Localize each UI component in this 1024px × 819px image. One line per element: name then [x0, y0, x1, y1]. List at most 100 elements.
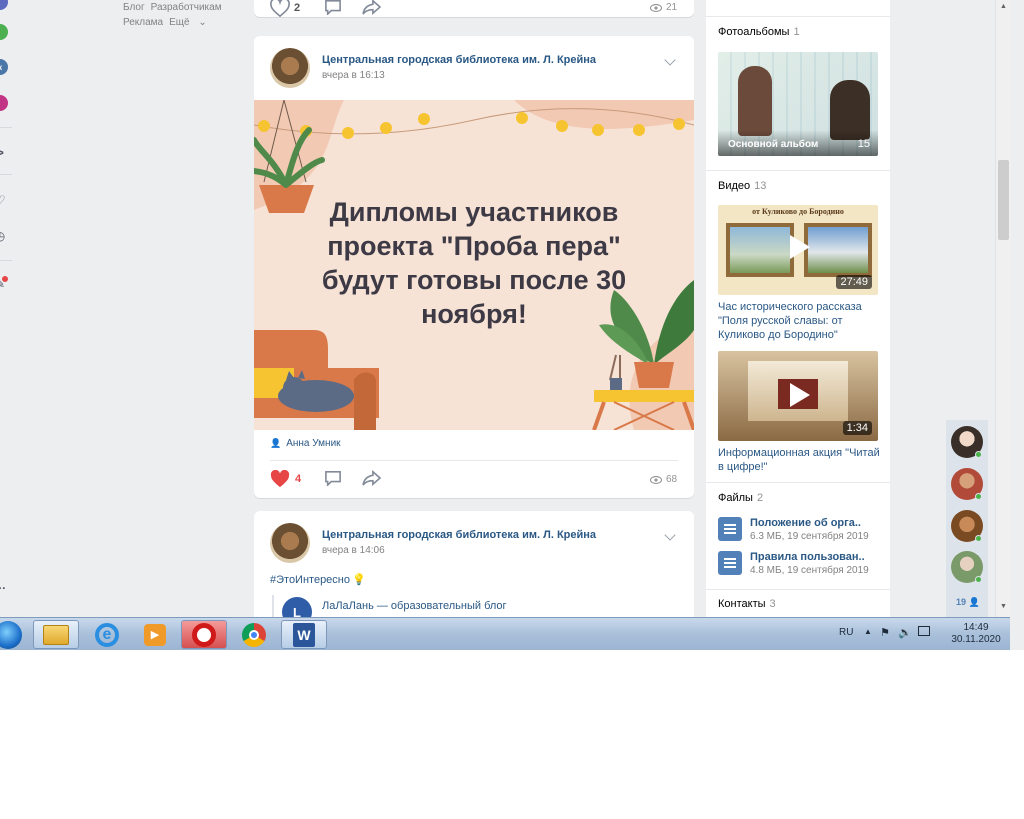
online-indicator: [975, 576, 982, 583]
instagram-icon[interactable]: [0, 95, 8, 111]
screen: к > ♡ ◷ ✎ … Блог Разработчикам Реклама Ещё…: [0, 0, 1024, 650]
file-item[interactable]: Положение об орга.. 6.3 МБ, 19 сентября 2…: [718, 517, 869, 542]
link-more[interactable]: Ещё ⌄: [169, 17, 207, 28]
page-scrollbar[interactable]: ▲ ▼: [995, 0, 1011, 617]
video-caption: от Куликово до Бородино: [752, 207, 844, 216]
taskbar-ie[interactable]: e: [84, 620, 130, 649]
post-time[interactable]: вчера в 14:06: [322, 545, 385, 556]
files-header[interactable]: Файлы 2: [718, 492, 763, 504]
chat-avatar[interactable]: [951, 510, 983, 542]
lightbulb-icon: 💡: [352, 574, 366, 586]
scroll-down-icon[interactable]: ▼: [1000, 603, 1007, 610]
contacts-header[interactable]: Контакты 3: [718, 598, 776, 610]
like-button[interactable]: 4: [270, 470, 301, 488]
online-indicator: [975, 451, 982, 458]
album-name: Основной альбом: [728, 139, 819, 150]
file-meta: 4.8 МБ, 19 сентября 2019: [750, 565, 869, 576]
heart-filled-icon: [270, 470, 290, 488]
chrome-icon: [242, 622, 266, 647]
post-menu-chevron-icon[interactable]: [664, 529, 676, 541]
folder-icon: [43, 624, 69, 645]
chat-avatar[interactable]: [951, 551, 983, 583]
scrollbar-thumb[interactable]: [998, 160, 1009, 240]
post-divider: [270, 460, 678, 461]
video-title[interactable]: Информационная акция "Читай в цифре!": [718, 446, 883, 474]
rail-divider: [0, 174, 12, 175]
community-avatar[interactable]: [270, 48, 310, 88]
scroll-up-icon[interactable]: ▲: [1000, 3, 1007, 10]
video-duration: 27:49: [836, 275, 872, 289]
clock-time: 14:49: [963, 622, 989, 633]
videos-header[interactable]: Видео 13: [718, 180, 766, 192]
whatsapp-icon[interactable]: [0, 24, 8, 40]
network-icon[interactable]: [918, 626, 930, 636]
video-frame-left: [726, 223, 794, 277]
right-sidebar: Фотоальбомы 1 Основной альбом 15 Видео 13 …: [706, 0, 890, 617]
taskbar-opera[interactable]: [181, 620, 227, 649]
tray-expand-icon[interactable]: ▲: [864, 627, 872, 636]
link-blog[interactable]: Блог: [123, 2, 145, 13]
community-avatar[interactable]: [270, 523, 310, 563]
more-icon[interactable]: …: [0, 577, 8, 593]
start-button[interactable]: [0, 621, 22, 649]
chat-avatar[interactable]: [951, 426, 983, 458]
file-meta: 6.3 МБ, 19 сентября 2019: [750, 531, 869, 542]
comment-button[interactable]: [324, 0, 342, 15]
video-title[interactable]: Час исторического рассказа "Поля русской…: [718, 300, 883, 342]
taskbar-chrome[interactable]: [231, 620, 277, 649]
repost-author[interactable]: ЛаЛаЛань — образовательный блог: [322, 600, 507, 612]
hashtag-link[interactable]: #ЭтоИнтересно: [270, 574, 350, 586]
post-text: #ЭтоИнтересно 💡: [270, 573, 366, 587]
post-menu-chevron-icon[interactable]: [664, 54, 676, 66]
document-icon: [718, 517, 742, 541]
post-author[interactable]: Центральная городская библиотека им. Л. …: [322, 529, 596, 541]
heart-icon[interactable]: ♡: [0, 192, 8, 208]
comment-button[interactable]: [324, 470, 342, 486]
like-count: 4: [295, 473, 302, 485]
like-button[interactable]: 2: [270, 0, 300, 17]
send-icon[interactable]: >: [0, 144, 8, 160]
albums-count: 1: [793, 26, 800, 38]
post-time[interactable]: вчера в 16:13: [322, 70, 385, 81]
left-panel: Блог Разработчикам Реклама Ещё ⌄: [15, 0, 240, 617]
eye-icon: [650, 475, 662, 484]
signer-name: Анна Умник: [286, 438, 341, 449]
taskbar-explorer[interactable]: [33, 620, 79, 649]
comment-icon: [325, 470, 341, 486]
clock-date: 30.11.2020: [951, 634, 1001, 645]
app-icon[interactable]: [0, 0, 8, 10]
post-image[interactable]: Дипломы участников проекта "Проба пера" …: [254, 100, 694, 430]
online-count: 19: [956, 597, 967, 607]
taskbar-media[interactable]: ▶: [132, 620, 178, 649]
play-icon: [790, 235, 810, 259]
share-button[interactable]: [362, 470, 382, 486]
albums-header[interactable]: Фотоальбомы 1: [718, 26, 800, 38]
language-indicator[interactable]: RU: [839, 627, 853, 638]
system-tray: RU ▲ ⚑ 🔈 14:49 30.11.2020: [830, 618, 1010, 650]
album-thumbnail[interactable]: Основной альбом 15: [718, 52, 878, 156]
videos-count: 13: [754, 180, 767, 192]
post-signer[interactable]: 👤 Анна Умник: [270, 438, 341, 449]
comment-icon: [325, 0, 341, 15]
view-count: 68: [666, 474, 678, 485]
volume-icon[interactable]: 🔈: [898, 626, 912, 639]
chat-avatar[interactable]: [951, 468, 983, 500]
video-thumbnail[interactable]: 1:34: [718, 351, 878, 441]
clock[interactable]: 14:49 30.11.2020: [946, 622, 1006, 646]
post-author[interactable]: Центральная городская библиотека им. Л. …: [322, 54, 596, 66]
footer-links: Блог Разработчикам Реклама Ещё ⌄: [123, 0, 228, 30]
link-ads[interactable]: Реклама: [123, 17, 163, 28]
rail-divider: [0, 260, 12, 261]
taskbar-word[interactable]: W: [281, 620, 327, 649]
sidebar-divider: [706, 16, 890, 17]
clock-icon[interactable]: ◷: [0, 228, 8, 244]
file-item[interactable]: Правила пользован.. 4.8 МБ, 19 сентября 2…: [718, 551, 869, 576]
vk-icon[interactable]: к: [0, 59, 8, 75]
online-friends-count[interactable]: 19 👤: [956, 597, 980, 608]
flag-icon[interactable]: ⚑: [880, 626, 890, 639]
link-developers[interactable]: Разработчикам: [151, 2, 222, 13]
share-button[interactable]: [362, 0, 382, 15]
share-icon: [362, 470, 382, 486]
video-thumbnail[interactable]: от Куликово до Бородино 27:49: [718, 205, 878, 295]
windows-taskbar: e ▶ W RU ▲ ⚑ 🔈 14:49 30.11.2020: [0, 617, 1010, 650]
